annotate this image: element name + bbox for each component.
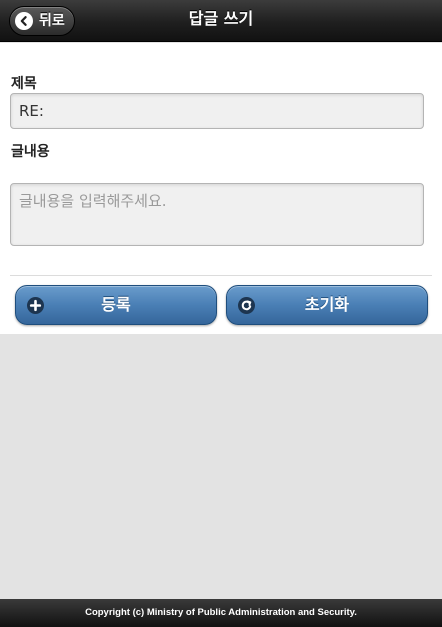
register-button-label: 등록 [101, 295, 131, 314]
reply-form: 제목 글내용 등록 초기화 [0, 43, 442, 334]
reset-button-label: 초기화 [304, 295, 350, 314]
divider [10, 275, 432, 276]
subject-input[interactable] [10, 93, 424, 129]
content-textarea[interactable] [10, 183, 424, 246]
content-label: 글내용 [11, 144, 50, 160]
reset-button[interactable]: 초기화 [226, 285, 428, 325]
footer-copyright: Copyright (c) Ministry of Public Adminis… [0, 599, 442, 627]
header-bar: 뒤로 답글 쓰기 [0, 0, 442, 42]
register-button[interactable]: 등록 [15, 285, 217, 325]
subject-label: 제목 [11, 76, 37, 92]
page-title: 답글 쓰기 [188, 9, 254, 28]
